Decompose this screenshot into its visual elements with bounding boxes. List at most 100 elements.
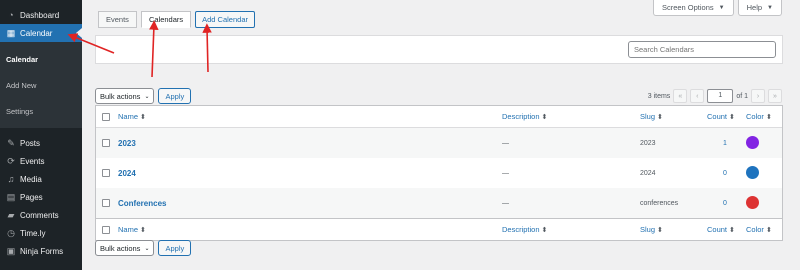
column-label: Name [118, 225, 139, 234]
sidebar-item-comments[interactable]: ▰ Comments [0, 206, 82, 224]
screen-options-label: Screen Options [661, 3, 714, 12]
column-header-color[interactable]: Color ⬍ [746, 112, 772, 121]
apply-button-bottom[interactable]: Apply [158, 240, 192, 256]
screen-options-button[interactable]: Screen Options ▼ [652, 0, 734, 16]
submenu-item-label: Calendar [6, 54, 39, 64]
sort-icon: ⬍ [140, 227, 146, 234]
calendar-name-link[interactable]: 2024 [118, 169, 136, 178]
submenu-item-calendar[interactable]: Calendar [0, 46, 82, 72]
calendar-name-link[interactable]: Conferences [118, 199, 166, 208]
timely-icon: ◷ [7, 227, 15, 238]
table-footer: Name ⬍ Description ⬍ Slug ⬍ Count ⬍ Color ⬍ [96, 218, 782, 240]
column-footer-name[interactable]: Name ⬍ [118, 225, 146, 234]
submenu-item-add-new[interactable]: Add New [0, 72, 82, 98]
row-checkbox[interactable] [102, 169, 110, 177]
ninja-forms-icon: ▣ [6, 245, 16, 256]
tab-calendars[interactable]: Calendars [140, 11, 192, 28]
add-calendar-button[interactable]: Add Calendar [195, 11, 255, 28]
sidebar-item-posts[interactable]: ✎ Posts [0, 134, 82, 152]
table-row: Conferences — conferences 0 [96, 188, 782, 218]
column-label: Slug [640, 225, 656, 234]
column-footer-color[interactable]: Color ⬍ [746, 225, 772, 234]
help-label: Help [746, 3, 763, 12]
sidebar-item-events[interactable]: ⟳ Events [0, 152, 82, 170]
select-all-checkbox[interactable] [102, 225, 110, 234]
sort-icon: ⬍ [765, 114, 772, 121]
calendar-count-link[interactable]: 0 [723, 200, 727, 207]
row-checkbox[interactable] [102, 199, 110, 207]
pushpin-icon: ✎ [7, 137, 15, 148]
row-checkbox[interactable] [102, 139, 110, 147]
bulk-actions-select[interactable]: Bulk actions ⌄ [95, 88, 155, 104]
sort-icon: ⬍ [541, 114, 548, 121]
calendar-name-link[interactable]: 2023 [118, 139, 136, 148]
bulk-actions-label: Bulk actions [100, 243, 141, 253]
column-label: Color [746, 112, 764, 121]
calendar-slug: 2023 [640, 139, 656, 147]
last-page-button[interactable]: » [768, 89, 782, 103]
table-row: 2023 — 2023 1 [96, 128, 782, 158]
select-all-checkbox[interactable] [102, 112, 110, 121]
sidebar-item-label: Calendar [20, 28, 53, 38]
column-label: Description [502, 225, 540, 234]
column-header-name[interactable]: Name ⬍ [118, 112, 146, 121]
sidebar-item-dashboard[interactable]: ◔ Dashboard [0, 6, 82, 24]
sidebar-item-label: Time.ly [20, 228, 46, 238]
sidebar-item-ninja-forms[interactable]: ▣ Ninja Forms [0, 242, 82, 260]
color-swatch [746, 165, 759, 179]
sort-icon: ⬍ [729, 114, 735, 121]
calendars-table: Name ⬍ Description ⬍ Slug ⬍ Count ⬍ Color ⬍ 2… [95, 105, 783, 241]
sidebar-item-timely[interactable]: ◷ Time.ly [0, 224, 82, 242]
sidebar-item-label: Posts [20, 138, 41, 148]
nav-tabs: Events Calendars Add Calendar [98, 11, 255, 28]
tab-events[interactable]: Events [98, 11, 137, 28]
column-label: Count [707, 225, 728, 234]
pagination: 3 items « ‹ 1 of 1 › » [648, 89, 782, 103]
column-footer-slug[interactable]: Slug ⬍ [640, 225, 663, 234]
calendar-icon: ▦ [6, 27, 16, 38]
bulk-actions-bottom: Bulk actions ⌄ Apply [95, 240, 192, 256]
first-page-button[interactable]: « [673, 89, 688, 103]
column-header-count[interactable]: Count ⬍ [707, 112, 735, 121]
total-pages: of 1 [736, 92, 748, 100]
sidebar-item-pages[interactable]: ▤ Pages [0, 188, 82, 206]
column-header-slug[interactable]: Slug ⬍ [640, 112, 663, 121]
bulk-actions-select-bottom[interactable]: Bulk actions ⌄ [95, 240, 155, 256]
submenu-item-settings[interactable]: Settings [0, 98, 82, 124]
column-label: Slug [640, 112, 656, 121]
calendar-count-link[interactable]: 1 [723, 140, 727, 147]
admin-sidebar: ◔ Dashboard ▦ Calendar Calendar Add New … [0, 0, 82, 270]
column-footer-count[interactable]: Count ⬍ [707, 225, 735, 234]
sidebar-item-media[interactable]: ♫ Media [0, 170, 82, 188]
help-button[interactable]: Help ▼ [737, 0, 782, 16]
apply-button[interactable]: Apply [158, 88, 192, 104]
bulk-actions-label: Bulk actions [100, 91, 141, 101]
dashboard-icon: ◔ [8, 10, 14, 20]
search-input[interactable] [628, 41, 776, 58]
chevron-down-icon: ⌄ [144, 245, 150, 252]
color-swatch [746, 135, 759, 149]
next-page-button[interactable]: › [751, 89, 765, 103]
comments-icon: ▰ [7, 209, 15, 220]
sidebar-item-label: Dashboard [20, 10, 60, 20]
calendar-slug: 2024 [640, 169, 656, 177]
calendar-count-link[interactable]: 0 [723, 170, 727, 177]
color-swatch-cell [746, 195, 759, 211]
table-header: Name ⬍ Description ⬍ Slug ⬍ Count ⬍ Color ⬍ [96, 106, 782, 128]
sidebar-item-calendar[interactable]: ▦ Calendar [0, 24, 82, 42]
calendar-slug: conferences [640, 199, 679, 207]
sort-icon: ⬍ [765, 227, 772, 234]
sidebar-item-label: Events [20, 156, 45, 166]
calendar-description: — [502, 199, 509, 207]
sort-icon: ⬍ [657, 114, 663, 121]
calendar-submenu: Calendar Add New Settings [0, 42, 82, 128]
column-footer-description[interactable]: Description ⬍ [502, 225, 547, 234]
items-count: 3 items [647, 92, 671, 100]
pages-icon: ▤ [6, 191, 16, 202]
column-header-description[interactable]: Description ⬍ [502, 112, 547, 121]
prev-page-button[interactable]: ‹ [690, 89, 705, 103]
color-swatch-cell [746, 165, 759, 181]
events-icon: ⟳ [7, 155, 15, 166]
column-label: Color [746, 225, 764, 234]
current-page-input[interactable]: 1 [707, 89, 734, 103]
